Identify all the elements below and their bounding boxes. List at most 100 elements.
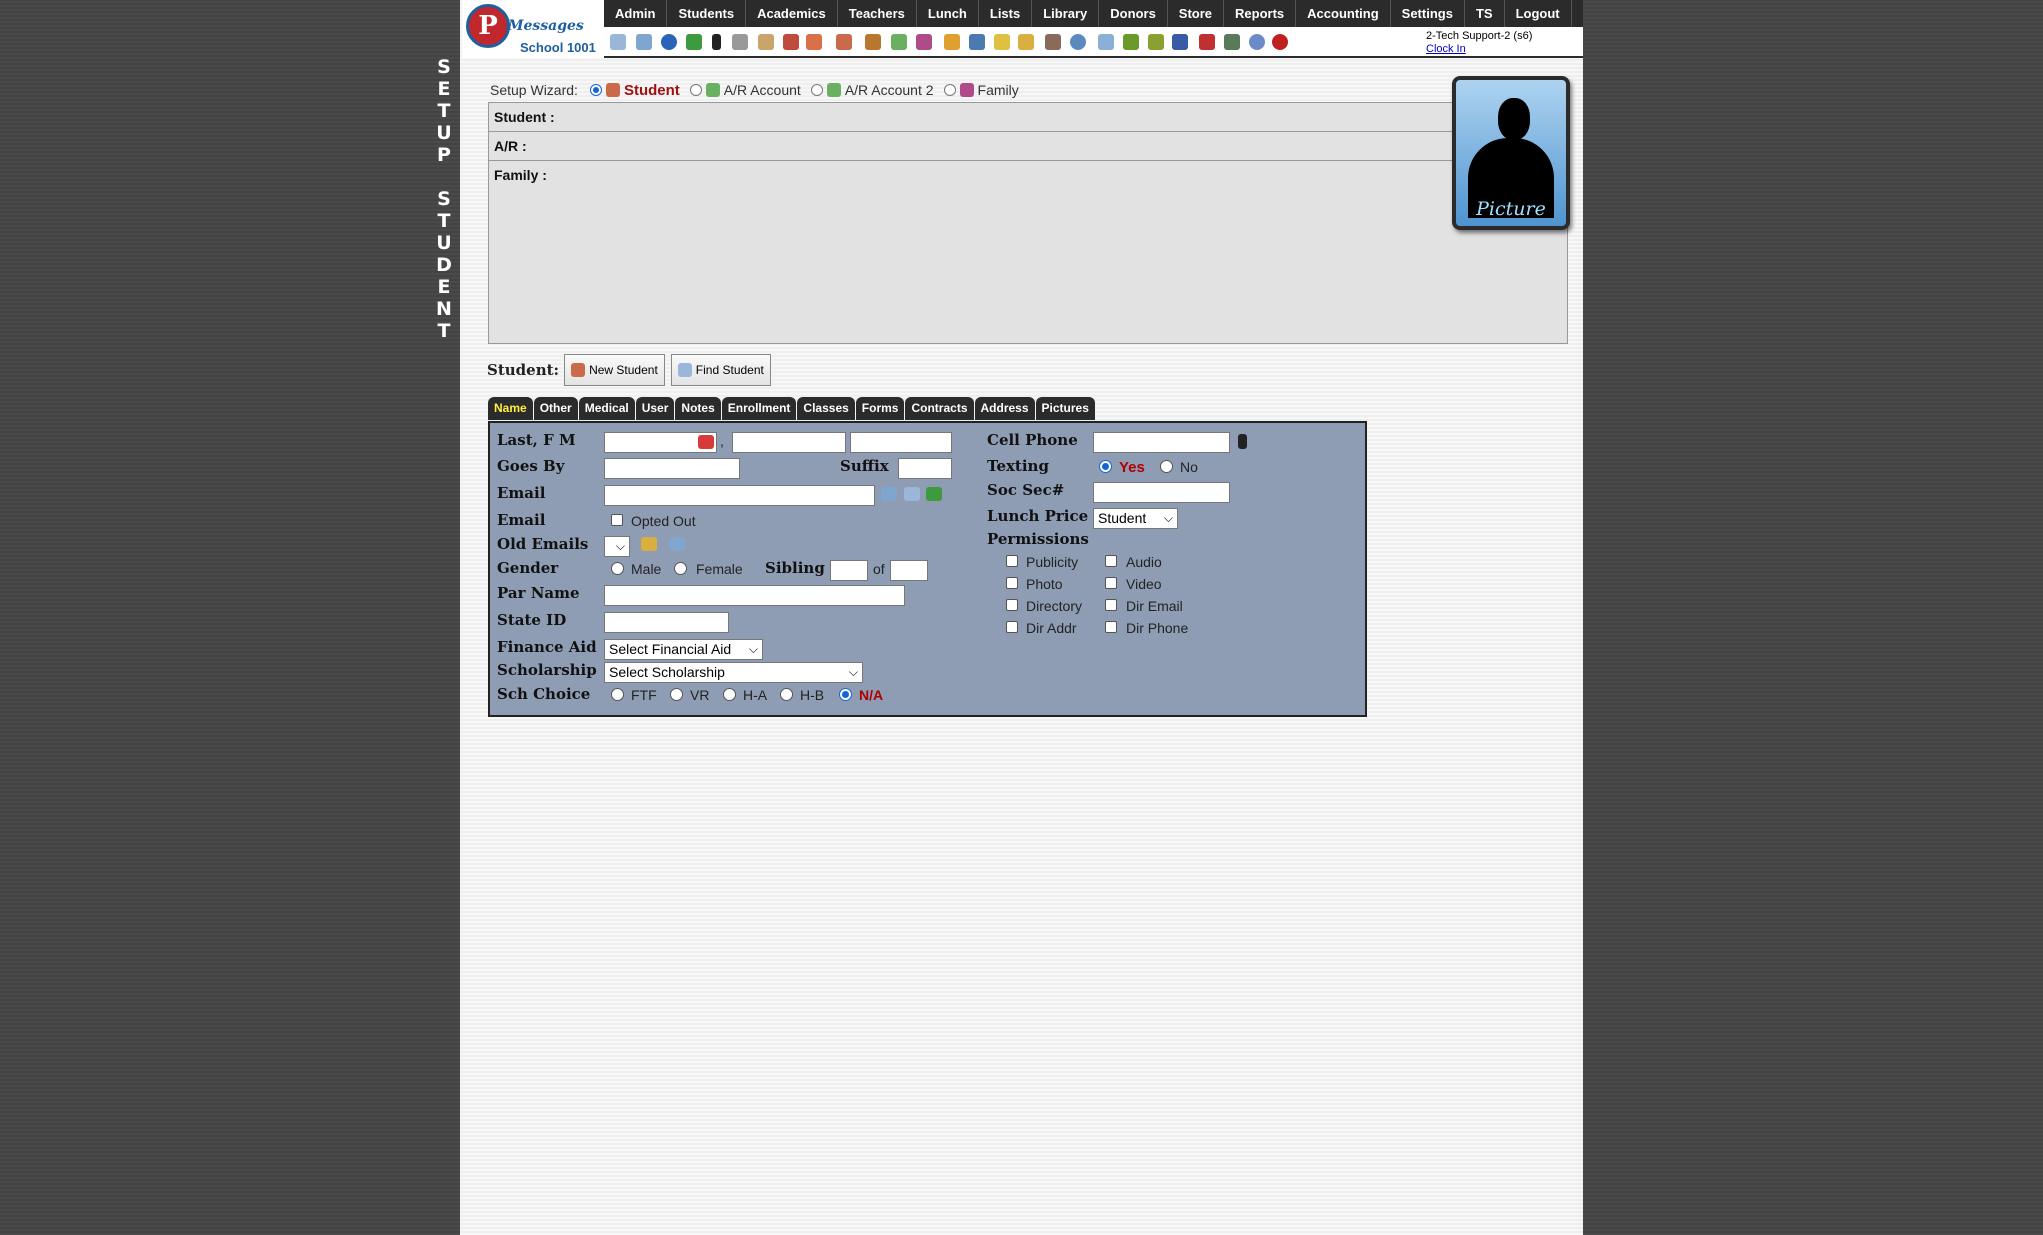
- tab-forms[interactable]: Forms: [855, 397, 905, 420]
- old-emails-select[interactable]: ⌵: [604, 536, 630, 557]
- scholarship-select[interactable]: Select Scholarship ⌵: [604, 662, 863, 683]
- megaphone-icon[interactable]: [806, 34, 822, 50]
- tab-notes[interactable]: Notes: [675, 397, 721, 420]
- tab-classes[interactable]: Classes: [797, 397, 855, 420]
- menu-store[interactable]: Store: [1168, 0, 1225, 27]
- clock-in-link[interactable]: Clock In: [1426, 43, 1466, 55]
- menu-academics[interactable]: Academics: [746, 0, 838, 27]
- mail-icon[interactable]: [881, 487, 897, 501]
- perm-dir-email-checkbox[interactable]: [1105, 599, 1117, 611]
- sch-hb-radio[interactable]: [780, 688, 793, 701]
- teacher-icon[interactable]: [865, 34, 881, 50]
- suffix-input[interactable]: [898, 458, 952, 479]
- sibling-total-input[interactable]: [890, 560, 928, 581]
- pdf-icon[interactable]: [1199, 34, 1215, 50]
- clock-icon[interactable]: [1070, 34, 1086, 50]
- ap-icon[interactable]: [1172, 34, 1188, 50]
- email-input[interactable]: [604, 485, 875, 506]
- perm-audio-checkbox[interactable]: [1105, 555, 1117, 567]
- money-icon[interactable]: [686, 34, 702, 50]
- schedule-icon[interactable]: [783, 34, 799, 50]
- phone-icon[interactable]: [1238, 434, 1247, 449]
- tab-pictures[interactable]: Pictures: [1035, 397, 1095, 420]
- wizard-family-radio[interactable]: [943, 84, 956, 96]
- menu-reports[interactable]: Reports: [1224, 0, 1297, 27]
- speaker-icon[interactable]: [732, 34, 748, 50]
- lunch-icon[interactable]: [944, 34, 960, 50]
- tab-medical[interactable]: Medical: [578, 397, 635, 420]
- calendar-icon[interactable]: [758, 34, 774, 50]
- search-icon[interactable]: [610, 34, 626, 50]
- perm-photo-checkbox[interactable]: [1006, 577, 1018, 589]
- tab-name[interactable]: Name: [488, 397, 533, 420]
- menu-ts[interactable]: TS: [1465, 0, 1505, 27]
- menu-teachers[interactable]: Teachers: [838, 0, 917, 27]
- pencil-icon[interactable]: [994, 34, 1010, 50]
- middle-initial-input[interactable]: [850, 432, 952, 453]
- help-icon[interactable]: [1249, 34, 1265, 50]
- perm-directory-checkbox[interactable]: [1006, 599, 1018, 611]
- wizard-option-ar-account-2[interactable]: A/R Account 2: [810, 82, 934, 98]
- menu-students[interactable]: Students: [667, 0, 747, 27]
- wizard-ar2-radio[interactable]: [810, 84, 823, 96]
- wizard-ar-radio[interactable]: [689, 84, 702, 96]
- menu-accounting[interactable]: Accounting: [1296, 0, 1391, 27]
- register-icon[interactable]: [1148, 34, 1164, 50]
- card-icon[interactable]: [1123, 34, 1139, 50]
- sibling-number-input[interactable]: [830, 560, 868, 581]
- texting-no-radio[interactable]: [1160, 460, 1173, 473]
- sch-ha-radio[interactable]: [723, 688, 736, 701]
- bank-icon[interactable]: [1224, 34, 1240, 50]
- state-id-input[interactable]: [604, 612, 729, 633]
- menu-lists[interactable]: Lists: [979, 0, 1033, 27]
- folder-icon[interactable]: [1018, 34, 1034, 50]
- cell-phone-input[interactable]: [1093, 432, 1230, 453]
- wizard-option-family[interactable]: Family: [943, 82, 1019, 98]
- perm-video-checkbox[interactable]: [1105, 577, 1117, 589]
- tab-user[interactable]: User: [635, 397, 675, 420]
- sch-na-radio[interactable]: [839, 688, 852, 701]
- power-icon[interactable]: [1272, 34, 1288, 50]
- money-icon[interactable]: [926, 487, 942, 501]
- menu-donors[interactable]: Donors: [1099, 0, 1168, 27]
- texting-yes-radio[interactable]: [1099, 460, 1112, 473]
- family-icon[interactable]: [916, 34, 932, 50]
- grid-icon[interactable]: [636, 34, 652, 50]
- perm-dir-addr-checkbox[interactable]: [1006, 621, 1018, 633]
- edit-mail-icon[interactable]: [641, 537, 657, 551]
- send-mail-icon[interactable]: [904, 487, 920, 501]
- menu-library[interactable]: Library: [1032, 0, 1100, 27]
- gender-male-radio[interactable]: [611, 562, 624, 575]
- menu-settings[interactable]: Settings: [1391, 0, 1465, 27]
- tab-enrollment[interactable]: Enrollment: [721, 397, 797, 420]
- tab-contracts[interactable]: Contracts: [905, 397, 974, 420]
- gender-female-radio[interactable]: [674, 562, 687, 575]
- name-lookup-icon[interactable]: [698, 435, 714, 449]
- mail-icon[interactable]: [669, 537, 685, 551]
- app-logo[interactable]: P Messages School 1001: [462, 0, 604, 58]
- wizard-option-student[interactable]: Student: [589, 82, 680, 99]
- goes-by-input[interactable]: [604, 458, 740, 479]
- perm-publicity-checkbox[interactable]: [1006, 555, 1018, 567]
- student-picture[interactable]: Picture: [1452, 76, 1570, 230]
- new-student-button[interactable]: New Student: [564, 354, 665, 386]
- table-icon[interactable]: [1098, 34, 1114, 50]
- cash-icon[interactable]: [891, 34, 907, 50]
- par-name-input[interactable]: [604, 585, 905, 606]
- menu-admin[interactable]: Admin: [604, 0, 668, 27]
- user-icon[interactable]: [1045, 34, 1061, 50]
- opted-out-checkbox[interactable]: [611, 514, 623, 526]
- tab-other[interactable]: Other: [533, 397, 578, 420]
- book-icon[interactable]: [969, 34, 985, 50]
- finance-aid-select[interactable]: Select Financial Aid ⌵: [604, 639, 763, 660]
- phone-icon[interactable]: [712, 34, 721, 50]
- find-student-button[interactable]: Find Student: [670, 354, 771, 386]
- perm-dir-phone-checkbox[interactable]: [1105, 621, 1117, 633]
- first-name-input[interactable]: [732, 432, 846, 453]
- soc-sec-input[interactable]: [1093, 482, 1230, 503]
- email-at-icon[interactable]: [661, 34, 677, 50]
- wizard-student-radio[interactable]: [589, 84, 602, 96]
- sch-ftf-radio[interactable]: [611, 688, 624, 701]
- menu-lunch[interactable]: Lunch: [917, 0, 979, 27]
- sch-vr-radio[interactable]: [670, 688, 683, 701]
